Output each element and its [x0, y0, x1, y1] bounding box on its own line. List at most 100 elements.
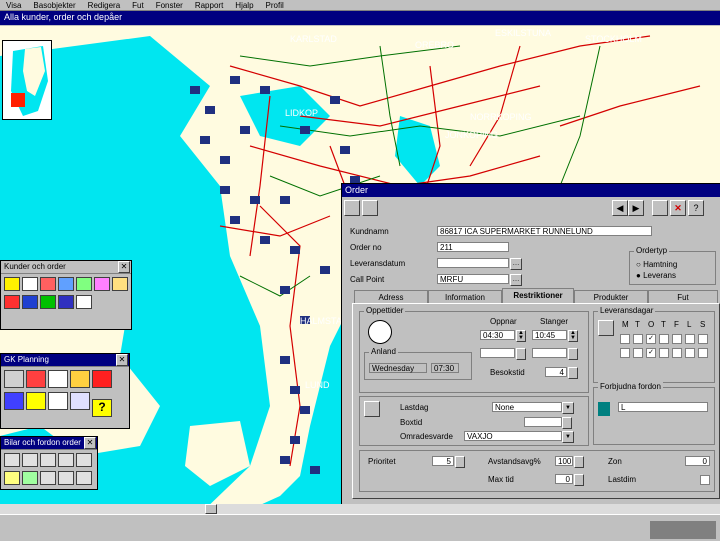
grid-icon[interactable] — [48, 370, 68, 388]
help-icon[interactable]: ? — [92, 399, 112, 417]
pin-icon[interactable] — [76, 295, 92, 309]
boxtid-spinner[interactable] — [562, 417, 572, 429]
vehicle-icon[interactable] — [58, 277, 74, 291]
day-checkbox[interactable] — [685, 348, 695, 358]
planning-palette-title-bar[interactable]: GK Planning ✕ — [1, 354, 129, 367]
day-checkbox[interactable] — [698, 334, 708, 344]
tab-restriktioner[interactable]: Restriktioner — [502, 288, 574, 304]
red-dot-icon[interactable] — [4, 295, 20, 309]
day-checkbox[interactable] — [672, 334, 682, 344]
menu-fut[interactable]: Fut — [126, 1, 150, 11]
search-icon[interactable] — [344, 200, 360, 216]
stanger2-field[interactable] — [532, 348, 567, 358]
chevron-down-icon[interactable]: ▼ — [562, 402, 574, 414]
menu-hjalp[interactable]: Hjalp — [229, 1, 259, 11]
delete-icon[interactable]: ✕ — [670, 200, 686, 216]
leveransdatum-field[interactable] — [437, 258, 509, 268]
menu-profil[interactable]: Profil — [260, 1, 290, 11]
maxtid-spinner[interactable] — [574, 474, 584, 486]
radio-hamtning[interactable]: ○ Hamtning — [636, 260, 677, 269]
close-icon[interactable]: ✕ — [84, 437, 96, 449]
tab-fut[interactable]: Fut — [648, 290, 718, 304]
hammer-icon[interactable] — [70, 392, 90, 410]
omradesvarde-select[interactable]: VAXJO — [464, 431, 562, 441]
boxtid-field[interactable] — [524, 417, 562, 427]
calendar-icon[interactable] — [76, 453, 92, 467]
day-checkbox[interactable] — [659, 334, 669, 344]
stanger-spinner[interactable]: ▲ ▼ — [568, 330, 578, 342]
wheel-icon[interactable] — [4, 453, 20, 467]
close-icon[interactable]: ✕ — [118, 261, 130, 273]
besokstid-field[interactable]: 4 — [545, 367, 567, 377]
call-point-picker-button[interactable]: … — [510, 274, 522, 286]
orders-palette[interactable]: Kunder och order ✕ — [0, 260, 132, 330]
maxtid-field[interactable]: 0 — [555, 474, 573, 484]
day-checkbox[interactable] — [698, 348, 708, 358]
chevron-down-icon[interactable]: ▼ — [562, 431, 574, 443]
besokstid-spinner[interactable] — [568, 367, 578, 379]
day-checkbox[interactable] — [620, 334, 630, 344]
blue-dot-icon[interactable] — [22, 295, 38, 309]
stanger-field[interactable]: 10:45 — [532, 330, 567, 340]
day-checkbox[interactable] — [633, 348, 643, 358]
map-icon[interactable] — [22, 471, 38, 485]
list-icon[interactable] — [652, 200, 668, 216]
flag-icon[interactable] — [76, 471, 92, 485]
next-icon[interactable]: ▶ — [628, 200, 644, 216]
menu-basobjekter[interactable]: Basobjekter — [27, 1, 81, 11]
green-dot-icon[interactable] — [40, 295, 56, 309]
cup-icon[interactable] — [112, 277, 128, 291]
prioritet-spinner[interactable] — [455, 456, 465, 468]
vehicles-palette[interactable]: Bilar och fordon order ✕ — [0, 436, 98, 490]
truck-icon[interactable] — [4, 370, 24, 388]
vehicles-palette-title-bar[interactable]: Bilar och fordon order ✕ — [1, 437, 97, 450]
check-icon[interactable] — [70, 370, 90, 388]
tab-adress[interactable]: Adress — [354, 290, 428, 304]
route-icon[interactable] — [76, 277, 92, 291]
link-icon[interactable] — [40, 471, 56, 485]
day-checkbox[interactable] — [672, 348, 682, 358]
oppnar2-spinner[interactable] — [516, 348, 526, 360]
menu-rapport[interactable]: Rapport — [189, 1, 229, 11]
tab-produkter[interactable]: Produkter — [574, 290, 648, 304]
find-icon[interactable] — [362, 200, 378, 216]
day-checkbox[interactable] — [633, 334, 643, 344]
tab-information[interactable]: Information — [428, 290, 502, 304]
customer-icon[interactable] — [4, 277, 20, 291]
lastdim-checkbox[interactable] — [700, 475, 710, 485]
day-checkbox[interactable]: ✓ — [646, 348, 656, 358]
oppnar2-field[interactable] — [480, 348, 515, 358]
bar-chart-icon[interactable] — [92, 370, 112, 388]
menu-visa[interactable]: Visa — [0, 1, 27, 11]
avstand-field[interactable]: 100 — [555, 456, 573, 466]
day-checkbox[interactable]: ✓ — [646, 334, 656, 344]
zone-icon[interactable] — [94, 277, 110, 291]
depot-flag-icon[interactable] — [58, 295, 74, 309]
star-icon[interactable] — [26, 392, 46, 410]
help-icon[interactable]: ? — [688, 200, 704, 216]
kundnamn-field[interactable]: 86817 ICA SUPERMARKET RUNNELUND — [437, 226, 652, 236]
day-checkbox[interactable] — [620, 348, 630, 358]
lastdag-select[interactable]: None — [492, 402, 562, 412]
date-picker-button[interactable]: … — [510, 258, 522, 270]
prioritet-field[interactable]: 5 — [432, 456, 454, 466]
bus-icon[interactable] — [4, 471, 20, 485]
stanger2-spinner[interactable] — [568, 348, 578, 360]
menu-redigera[interactable]: Redigera — [82, 1, 126, 11]
menu-fonster[interactable]: Fonster — [150, 1, 189, 11]
trailer-icon[interactable] — [58, 453, 74, 467]
call-point-field[interactable]: MRFU — [437, 274, 509, 284]
bike-icon[interactable] — [22, 453, 38, 467]
depot-icon[interactable] — [40, 277, 56, 291]
order-icon[interactable] — [22, 277, 38, 291]
orders-palette-title-bar[interactable]: Kunder och order ✕ — [1, 261, 131, 274]
document-icon[interactable] — [48, 392, 68, 410]
scrollbar-thumb[interactable] — [205, 504, 217, 514]
planning-palette[interactable]: GK Planning ✕ ? — [0, 353, 130, 429]
ordernr-field[interactable]: 211 — [437, 242, 509, 252]
radio-leverans[interactable]: ● Leverans — [636, 271, 676, 280]
day-checkbox[interactable] — [659, 348, 669, 358]
oppnar-spinner[interactable]: ▲ ▼ — [516, 330, 526, 342]
forbjudna-field[interactable]: L — [618, 402, 708, 412]
horizontal-scrollbar[interactable] — [0, 504, 720, 514]
